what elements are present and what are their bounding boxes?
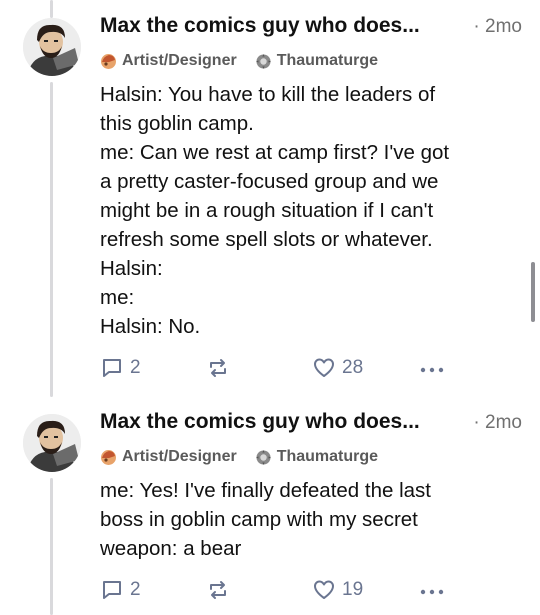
more-options-button[interactable] bbox=[418, 358, 446, 382]
post-text-line: Halsin: No. bbox=[100, 315, 201, 338]
post-text-line: Halsin: bbox=[100, 257, 163, 280]
post-text-line: me: Can we rest at camp first? I've got bbox=[100, 141, 450, 164]
post-text-line: me: Yes! I've finally defeated the last bbox=[100, 479, 431, 502]
post-timestamp[interactable]: · 2mo bbox=[473, 16, 522, 38]
post-text-line: a pretty caster-focused group and we bbox=[100, 170, 439, 193]
post-body: Halsin: You have to kill the leaders of … bbox=[100, 80, 522, 341]
gear-icon bbox=[255, 53, 271, 69]
thread-line-2 bbox=[50, 478, 53, 615]
palette-icon bbox=[101, 53, 116, 69]
reply-button[interactable]: 2 bbox=[100, 578, 141, 602]
post-text-line: weapon: a bear bbox=[100, 537, 242, 560]
heart-icon bbox=[314, 580, 334, 599]
thread-line-top bbox=[50, 0, 53, 18]
heart-icon bbox=[314, 358, 334, 377]
post-actions: 2 19 bbox=[100, 578, 460, 606]
post-timestamp[interactable]: · 2mo bbox=[473, 412, 522, 434]
badge-artist-designer[interactable]: Artist/Designer bbox=[100, 52, 237, 70]
post-text-line: might be in a rough situation if I can't bbox=[100, 199, 434, 222]
thread-line-1 bbox=[50, 82, 53, 397]
badge-thaumaturge[interactable]: Thaumaturge bbox=[255, 52, 378, 70]
scrollbar-thumb[interactable] bbox=[531, 262, 535, 322]
repost-icon bbox=[210, 581, 226, 599]
repost-button[interactable] bbox=[206, 356, 236, 380]
avatar[interactable] bbox=[23, 414, 81, 472]
badge-artist-designer[interactable]: Artist/Designer bbox=[100, 448, 237, 466]
post-actions: 2 28 bbox=[100, 356, 460, 384]
more-options-button[interactable] bbox=[418, 580, 446, 604]
gear-icon bbox=[255, 449, 271, 465]
palette-icon bbox=[101, 449, 116, 465]
badge-label: Thaumaturge bbox=[276, 52, 379, 69]
badge-label: Artist/Designer bbox=[122, 52, 237, 69]
ellipsis-icon bbox=[420, 367, 444, 373]
post-text-line: me: bbox=[100, 286, 135, 309]
reply-count: 2 bbox=[130, 579, 141, 600]
post-text-line: refresh some spell slots or whatever. bbox=[100, 228, 433, 251]
avatar[interactable] bbox=[23, 18, 81, 76]
avatar-image bbox=[23, 18, 81, 76]
badge-label: Thaumaturge bbox=[276, 448, 379, 465]
badge-label: Artist/Designer bbox=[122, 448, 237, 465]
reply-icon bbox=[103, 581, 121, 599]
like-count: 19 bbox=[342, 579, 364, 600]
ellipsis-icon bbox=[420, 589, 444, 595]
reply-button[interactable]: 2 bbox=[100, 356, 141, 380]
like-button[interactable]: 28 bbox=[312, 356, 363, 380]
avatar-image bbox=[23, 414, 81, 472]
reply-icon bbox=[103, 359, 121, 377]
repost-icon bbox=[210, 359, 226, 377]
badge-thaumaturge[interactable]: Thaumaturge bbox=[255, 448, 378, 466]
reply-count: 2 bbox=[130, 357, 141, 378]
like-count: 28 bbox=[342, 357, 364, 378]
post-text-line: Halsin: You have to kill the leaders of bbox=[100, 83, 436, 106]
repost-button[interactable] bbox=[206, 578, 236, 602]
post-text-line: this goblin camp. bbox=[100, 112, 254, 135]
post-text-line: boss in goblin camp with my secret bbox=[100, 508, 418, 531]
author-name[interactable]: Max the comics guy who does... bbox=[100, 14, 420, 38]
post-body: me: Yes! I've finally defeated the last … bbox=[100, 476, 522, 563]
like-button[interactable]: 19 bbox=[312, 578, 363, 602]
author-name[interactable]: Max the comics guy who does... bbox=[100, 410, 420, 434]
